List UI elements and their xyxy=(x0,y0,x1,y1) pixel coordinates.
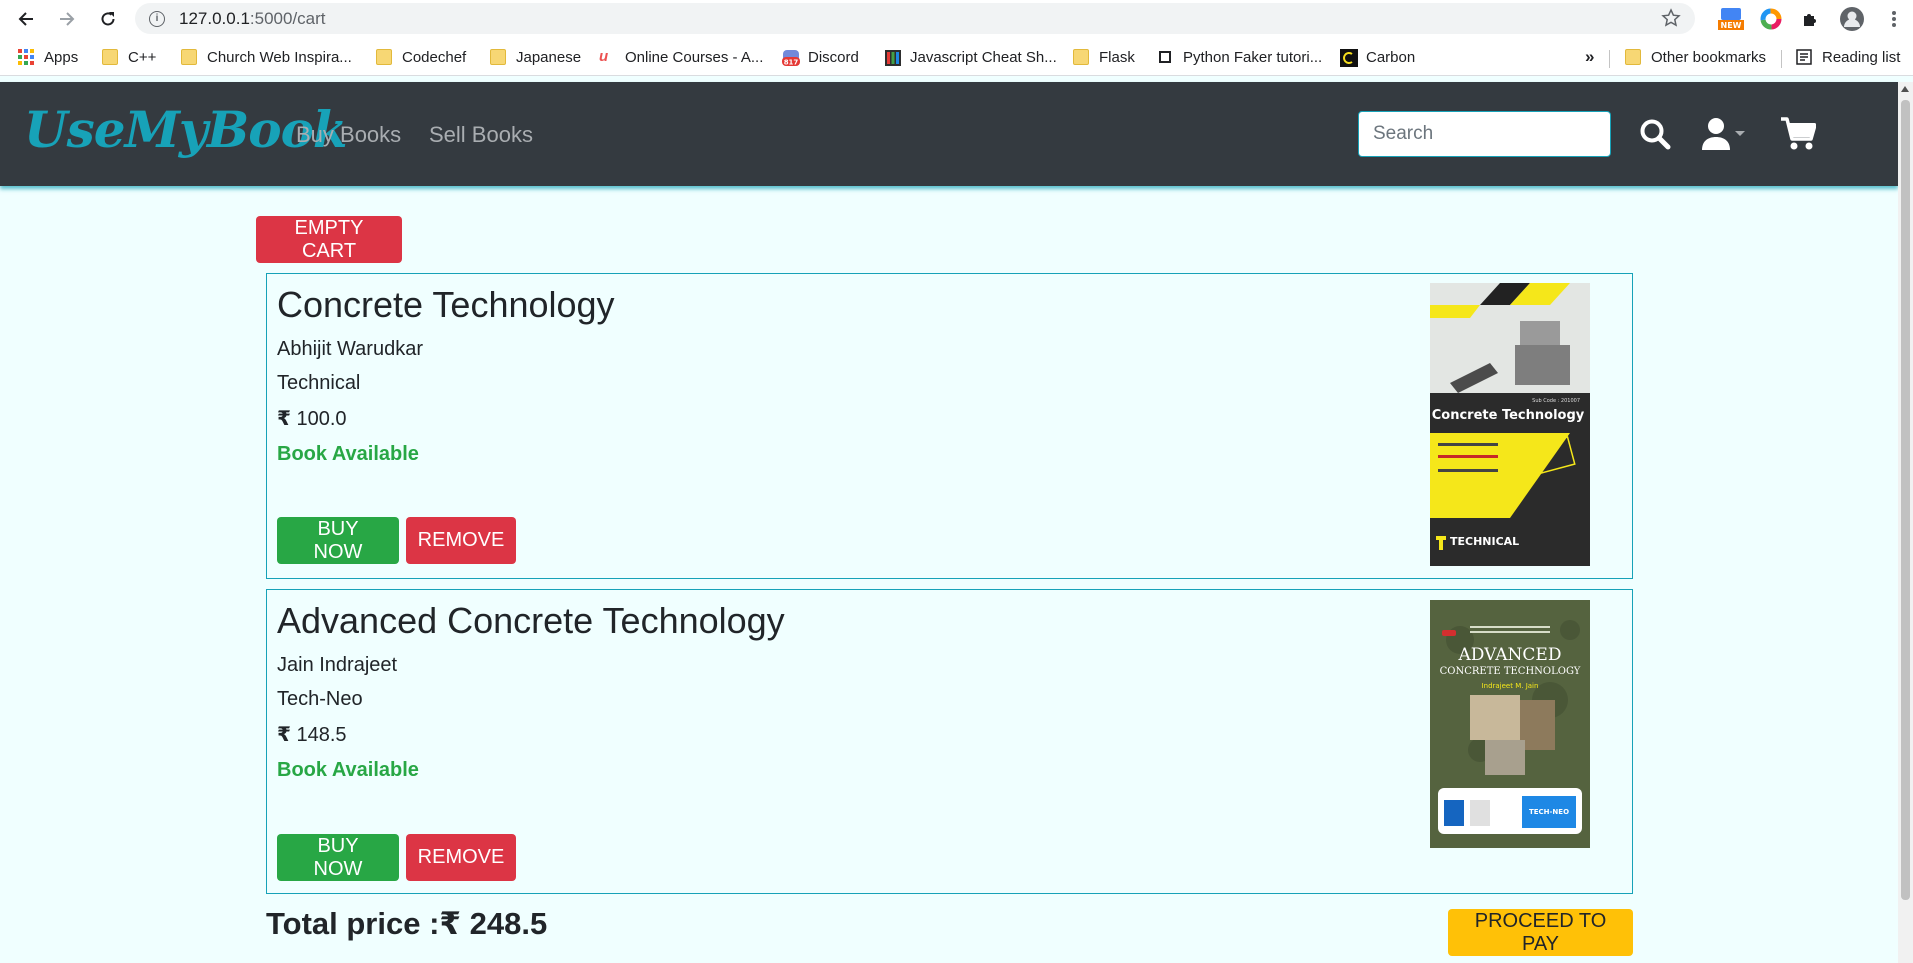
url-text[interactable]: 127.0.0.1:5000/cart xyxy=(179,9,326,29)
svg-text:CONCRETE TECHNOLOGY: CONCRETE TECHNOLOGY xyxy=(1440,666,1581,677)
bookmarks-bar: Apps C++ Church Web Inspira... Codechef … xyxy=(0,38,1913,76)
cart-item-card: Concrete Technology Abhijit Warudkar Tec… xyxy=(266,273,1633,579)
book-cover-image[interactable]: Sub Code : 201007 Concrete Technology TE… xyxy=(1430,283,1590,566)
svg-text:TECH-NEO: TECH-NEO xyxy=(1529,808,1569,816)
site-navbar: UseMyBook Buy Books Sell Books xyxy=(0,82,1898,186)
folder-icon xyxy=(1625,49,1641,65)
new-extension-icon[interactable]: NEW xyxy=(1717,6,1745,32)
empty-cart-button[interactable]: EMPTY CART xyxy=(256,216,402,263)
buy-now-button[interactable]: BUY NOW xyxy=(277,517,399,564)
forward-arrow-icon[interactable] xyxy=(54,6,80,32)
rupee-icon: ₹ xyxy=(439,906,461,941)
folder-icon xyxy=(1073,49,1089,65)
bookmark-japanese[interactable]: Japanese xyxy=(490,47,581,67)
scroll-thumb[interactable] xyxy=(1901,100,1910,900)
bookmark-carbon[interactable]: Carbon xyxy=(1340,47,1415,67)
search-icon[interactable] xyxy=(1636,115,1674,153)
book-category: Technical xyxy=(277,372,361,394)
bookmark-codechef[interactable]: Codechef xyxy=(376,47,466,67)
apps-grid-icon xyxy=(18,49,34,65)
page-icon xyxy=(1157,49,1173,65)
remove-button[interactable]: REMOVE xyxy=(406,834,516,881)
buy-now-button[interactable]: BUY NOW xyxy=(277,834,399,881)
total-price: Total price :₹ 248.5 xyxy=(266,906,548,941)
svg-text:Concrete Technology: Concrete Technology xyxy=(1432,408,1585,423)
bookmark-flask[interactable]: Flask xyxy=(1073,47,1135,67)
availability-status: Book Available xyxy=(277,443,419,465)
proceed-to-pay-button[interactable]: PROCEED TO PAY xyxy=(1448,909,1633,956)
bookmarks-overflow-chevron-icon[interactable]: » xyxy=(1585,47,1594,67)
book-cover-image[interactable]: ADVANCED CONCRETE TECHNOLOGY Indrajeet M… xyxy=(1430,600,1590,848)
svg-text:TECHNICAL: TECHNICAL xyxy=(1450,535,1519,548)
availability-status: Book Available xyxy=(277,759,419,781)
book-title: Concrete Technology xyxy=(277,284,615,325)
reload-icon[interactable] xyxy=(95,6,121,32)
bookmarks-divider xyxy=(1781,50,1782,68)
book-author: Abhijit Warudkar xyxy=(277,338,423,360)
search-input[interactable] xyxy=(1358,111,1611,157)
nav-buy-books[interactable]: Buy Books xyxy=(296,122,401,148)
user-dropdown-icon[interactable] xyxy=(1702,115,1748,153)
udemy-icon: u xyxy=(599,48,609,65)
svg-text:Sub Code : 201007: Sub Code : 201007 xyxy=(1532,398,1580,404)
svg-text:817: 817 xyxy=(784,59,799,67)
folder-icon xyxy=(181,49,197,65)
svg-text:NEW: NEW xyxy=(1721,21,1742,30)
back-arrow-icon[interactable] xyxy=(13,6,39,32)
bookmark-python-faker[interactable]: Python Faker tutori... xyxy=(1157,47,1322,67)
page-scrollbar[interactable] xyxy=(1898,82,1913,963)
svg-text:Indrajeet M. Jain: Indrajeet M. Jain xyxy=(1482,682,1539,690)
folder-icon xyxy=(376,49,392,65)
rupee-icon: ₹ xyxy=(277,724,291,746)
site-info-icon[interactable]: i xyxy=(149,10,165,27)
reading-list-icon xyxy=(1796,49,1812,65)
book-author: Jain Indrajeet xyxy=(277,654,398,676)
browser-toolbar: i 127.0.0.1:5000/cart NEW xyxy=(0,0,1913,38)
rupee-icon: ₹ xyxy=(277,408,291,430)
svg-text:ADVANCED: ADVANCED xyxy=(1458,645,1562,665)
bookmark-discord[interactable]: 817 Discord xyxy=(782,47,859,67)
cart-item-card: Advanced Concrete Technology Jain Indraj… xyxy=(266,589,1633,894)
book-title: Advanced Concrete Technology xyxy=(277,600,785,641)
color-wheel-extension-icon[interactable] xyxy=(1757,6,1785,32)
book-icon xyxy=(884,49,901,66)
book-price: ₹ 100.0 xyxy=(277,408,347,430)
bookmarks-divider xyxy=(1609,50,1610,68)
bookmark-church-web[interactable]: Church Web Inspira... xyxy=(181,47,352,67)
shopping-cart-icon[interactable] xyxy=(1778,114,1818,154)
discord-icon: 817 xyxy=(782,49,800,67)
folder-icon xyxy=(490,49,506,65)
bookmark-star-icon[interactable] xyxy=(1661,8,1681,33)
nav-sell-books[interactable]: Sell Books xyxy=(429,122,533,148)
profile-avatar-icon[interactable] xyxy=(1838,6,1866,32)
book-category: Tech-Neo xyxy=(277,688,363,710)
reading-list[interactable]: Reading list xyxy=(1796,47,1900,67)
scroll-up-arrow-icon[interactable] xyxy=(1901,86,1909,92)
book-price: ₹ 148.5 xyxy=(277,724,347,746)
carbon-icon xyxy=(1340,49,1358,67)
bookmark-cpp[interactable]: C++ xyxy=(102,47,156,67)
remove-button[interactable]: REMOVE xyxy=(406,517,516,564)
address-bar[interactable]: i 127.0.0.1:5000/cart xyxy=(135,3,1695,34)
browser-menu-icon[interactable] xyxy=(1880,6,1908,32)
bookmark-other[interactable]: Other bookmarks xyxy=(1625,47,1766,67)
folder-icon xyxy=(102,49,118,65)
bookmark-js-cheatsheet[interactable]: Javascript Cheat Sh... xyxy=(884,47,1057,67)
bookmark-apps[interactable]: Apps xyxy=(18,47,78,67)
puzzle-extensions-icon[interactable] xyxy=(1797,6,1825,32)
bookmark-online-courses[interactable]: u Online Courses - A... xyxy=(599,47,763,67)
